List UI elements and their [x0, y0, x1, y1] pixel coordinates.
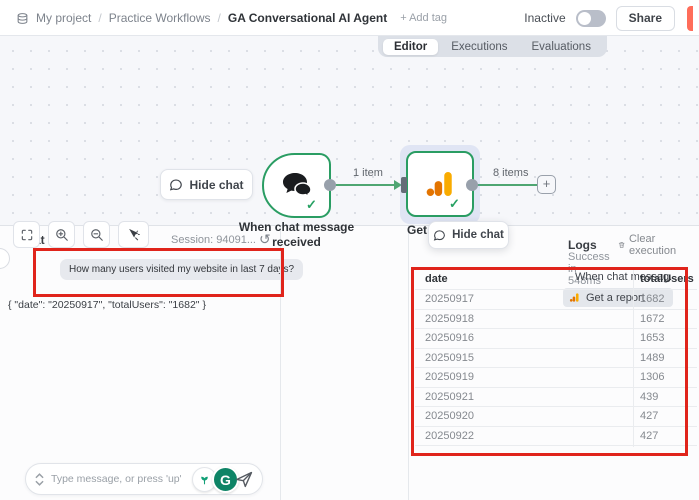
breadcrumb-project[interactable]: My project	[36, 11, 91, 25]
top-bar-actions: Inactive Share	[524, 0, 693, 36]
project-icon	[16, 12, 29, 25]
breadcrumb-separator: /	[217, 11, 221, 25]
logs-panel: Logs Clear execution Success in 548ms Wh…	[280, 226, 676, 500]
output-handle[interactable]	[324, 179, 336, 191]
chat-user-message: How many users visited my website in las…	[60, 259, 304, 280]
cell-totalusers: 1489	[640, 351, 665, 364]
breadcrumb: My project / Practice Workflows / GA Con…	[16, 0, 447, 36]
panel-collapse-handle[interactable]	[0, 248, 10, 269]
tidy-up-button[interactable]	[118, 221, 149, 248]
node-label-trigger: When chat message received	[238, 220, 355, 249]
add-node-button[interactable]: +	[537, 175, 556, 194]
cell-totalusers: 1682	[640, 293, 665, 306]
bottom-panel: Chat Session: 94091... ↺ How many users …	[0, 225, 699, 500]
column-header-totalusers[interactable]: totalUsers	[633, 273, 697, 285]
history-chevrons-icon[interactable]	[35, 472, 44, 486]
send-message-icon[interactable]	[235, 471, 254, 488]
share-button[interactable]: Share	[615, 5, 675, 31]
cell-date: 20250919	[425, 371, 474, 384]
hide-chat-label: Hide chat	[452, 229, 504, 241]
table-row[interactable]: 20250920 427	[415, 407, 697, 427]
table-row[interactable]: 20250922 427	[415, 427, 697, 446]
cell-totalusers: 1306	[640, 371, 665, 384]
table-row[interactable]: 20250915 1489	[415, 349, 697, 368]
output-handle[interactable]	[466, 179, 478, 191]
hide-chat-label: Hide chat	[189, 177, 244, 192]
breadcrumb-folder[interactable]: Practice Workflows	[109, 11, 211, 25]
table-column-divider	[633, 269, 634, 447]
chat-message-input[interactable]	[51, 473, 181, 485]
workflow-status-label: Inactive	[524, 11, 566, 25]
chat-panel: Chat Session: 94091... ↺ How many users …	[0, 226, 304, 500]
cell-date: 20250920	[425, 410, 474, 423]
chat-bubble-icon	[433, 229, 446, 242]
cell-totalusers: 439	[640, 390, 659, 403]
cell-date: 20250917	[425, 293, 474, 306]
cell-date: 20250922	[425, 429, 474, 442]
chat-bubble-icon	[169, 178, 183, 192]
workflow-name[interactable]: GA Conversational AI Agent	[228, 11, 387, 25]
zoom-out-button[interactable]	[83, 221, 110, 248]
column-header-date[interactable]: date	[415, 273, 633, 285]
cell-date: 20250921	[425, 390, 474, 403]
output-table: date totalUsers 20250917 1682 20250918 167…	[415, 269, 697, 446]
table-header-row: date totalUsers	[415, 269, 697, 290]
chat-input-container: G	[25, 463, 263, 495]
editor-tab-bar: Editor Executions Evaluations	[378, 36, 607, 57]
table-row[interactable]: 20250918 1672	[415, 310, 697, 329]
zoom-in-button[interactable]	[48, 221, 75, 248]
breadcrumb-separator: /	[98, 11, 102, 25]
toggle-knob	[577, 11, 591, 25]
node-when-chat-message-received[interactable]	[262, 153, 331, 218]
success-check-icon: ✓	[449, 196, 460, 211]
tab-editor[interactable]: Editor	[383, 38, 439, 55]
success-check-icon: ✓	[306, 197, 317, 212]
hide-chat-button[interactable]: Hide chat	[160, 169, 253, 200]
activate-toggle[interactable]	[575, 9, 606, 27]
table-row[interactable]: 20250921 439	[415, 388, 697, 407]
connection-line[interactable]	[330, 184, 398, 186]
table-row[interactable]: 20250919 1306	[415, 368, 697, 388]
connection-items-label: 8 items	[493, 167, 529, 179]
fit-view-button[interactable]	[13, 221, 40, 248]
cell-totalusers: 427	[640, 410, 659, 423]
input-handle[interactable]	[401, 177, 407, 193]
top-bar: My project / Practice Workflows / GA Con…	[0, 0, 699, 36]
save-button-partial[interactable]	[687, 5, 693, 31]
cell-totalusers: 1653	[640, 332, 665, 345]
chat-bot-message: { "date": "20250917", "totalUsers": "168…	[8, 299, 206, 311]
node-get-a-report[interactable]	[406, 151, 474, 217]
workflow-canvas[interactable]: Hide chat 1 item 8 items + ✓ ✓ When chat…	[0, 36, 699, 249]
hide-chat-floating-button[interactable]: Hide chat	[428, 221, 509, 249]
table-row[interactable]: 20250917 1682	[415, 290, 697, 310]
tab-evaluations[interactable]: Evaluations	[521, 39, 602, 55]
cell-date: 20250918	[425, 312, 474, 325]
add-tag-button[interactable]: + Add tag	[400, 12, 447, 24]
chat-trigger-icon	[281, 171, 313, 201]
canvas-controls	[13, 221, 149, 248]
table-row[interactable]: 20250916 1653	[415, 329, 697, 349]
connection-items-label: 1 item	[353, 167, 383, 179]
cell-date: 20250915	[425, 351, 474, 364]
tab-executions[interactable]: Executions	[440, 39, 518, 55]
cell-totalusers: 1672	[640, 312, 665, 325]
n8n-workflow-editor: My project / Practice Workflows / GA Con…	[0, 0, 699, 500]
cell-totalusers: 427	[640, 429, 659, 442]
cell-date: 20250916	[425, 332, 474, 345]
connection-line[interactable]	[472, 184, 538, 186]
